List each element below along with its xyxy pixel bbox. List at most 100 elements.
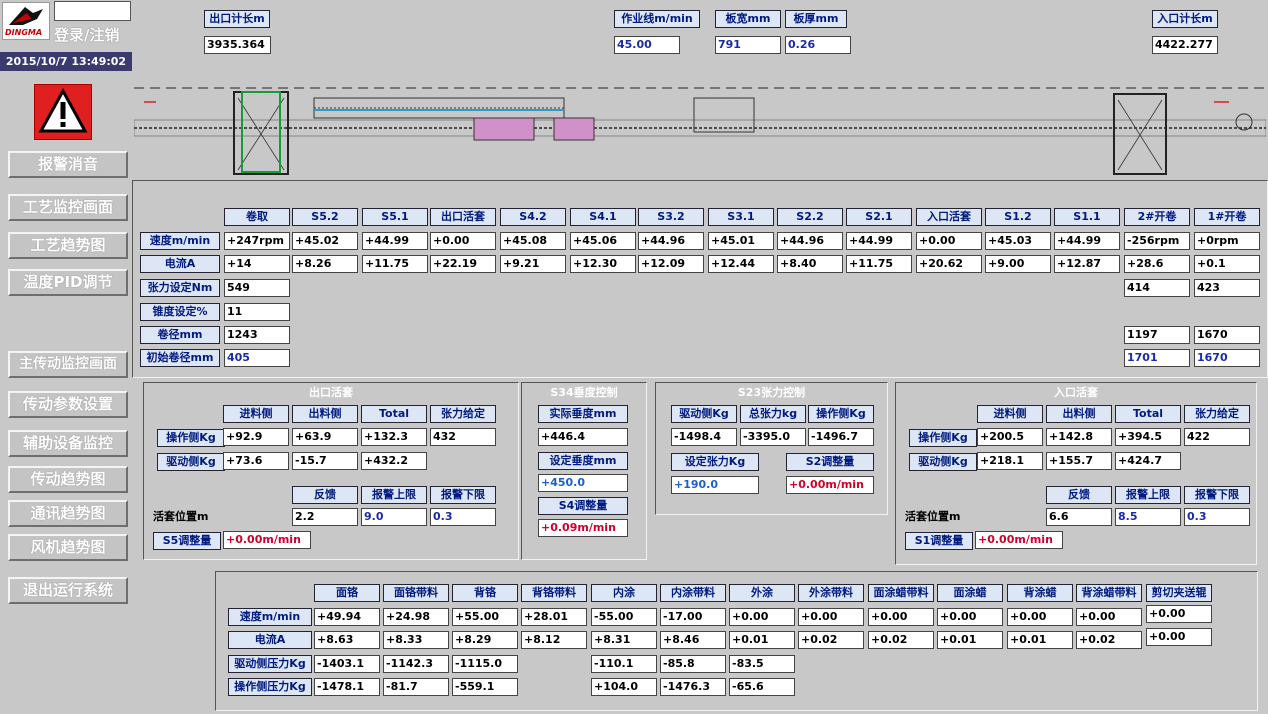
coater-column-header: 背铬	[452, 584, 518, 602]
loop-position-value[interactable]: 0.3	[430, 508, 496, 526]
loop-adjust-label: S1调整量	[905, 532, 973, 550]
s23-panel	[655, 382, 888, 515]
tension-setpoint-value[interactable]: 414	[1124, 279, 1190, 297]
loop-adjust-value: +0.00m/min	[223, 531, 311, 549]
current-value: +11.75	[846, 255, 912, 273]
drive-params-button[interactable]: 传动参数设置	[8, 391, 128, 418]
drive-trend-button[interactable]: 传动趋势图	[8, 466, 128, 493]
entry-length-value: 4422.277	[1152, 36, 1218, 54]
s4-adjust-value: +0.09m/min	[538, 519, 628, 537]
coater-speed-value: +55.00	[452, 608, 518, 626]
taper-setpoint-value[interactable]: 11	[224, 303, 290, 321]
coater-speed-value: +0.00	[1076, 608, 1142, 626]
loop-position-label: 活套位置m	[905, 510, 961, 523]
tension-setpoint-value[interactable]: 423	[1194, 279, 1260, 297]
alarm-silence-button[interactable]: 报警消音	[8, 151, 128, 178]
s23-total-value: -3395.0	[740, 428, 806, 446]
speed-value: +0.00	[430, 232, 496, 250]
coater-column-header: 内涂	[591, 584, 657, 602]
login-user-field[interactable]	[54, 1, 131, 21]
current-value: +12.87	[1054, 255, 1120, 273]
coater-column-header: 外涂	[729, 584, 795, 602]
drive-side-value: -15.7	[292, 452, 358, 470]
current-value: +8.26	[292, 255, 358, 273]
coater-current-value: +0.00	[1146, 628, 1212, 646]
s34-set-value[interactable]: +450.0	[538, 474, 628, 492]
coater-current-value: +8.31	[591, 631, 657, 649]
taper-row-label: 锥度设定%	[140, 303, 220, 321]
loop-position-value[interactable]: 9.0	[361, 508, 427, 526]
initial-diameter-value[interactable]: 405	[224, 349, 290, 367]
coater-current-value: +0.01	[729, 631, 795, 649]
main-drive-monitor-button[interactable]: 主传动监控画面	[8, 351, 128, 378]
loop-position-header: 报警上限	[361, 486, 427, 504]
coater-operator-pressure-value: +104.0	[591, 678, 657, 696]
coater-speed-value: +28.01	[521, 608, 587, 626]
aux-monitor-button[interactable]: 辅助设备监控	[8, 430, 128, 457]
operator-side-label: 操作侧Kg	[157, 429, 225, 447]
coater-drive-pressure-value: -83.5	[729, 655, 795, 673]
coater-column-header: 面涂蜡	[937, 584, 1003, 602]
coater-column-header: 背涂蜡	[1007, 584, 1073, 602]
tension-setpoint-value[interactable]: 549	[224, 279, 290, 297]
drive-side-label: 驱动侧Kg	[157, 453, 225, 471]
column-header: S3.1	[708, 208, 774, 226]
initial-diameter-value[interactable]: 1670	[1194, 349, 1260, 367]
coater-operator-pressure-value: -65.6	[729, 678, 795, 696]
coater-drive-pressure-label: 驱动侧压力Kg	[228, 655, 312, 673]
current-value: +9.00	[985, 255, 1051, 273]
loop-position-header: 报警上限	[1115, 486, 1181, 504]
coater-column-header: 外涂带料	[798, 584, 864, 602]
initial-diameter-row-label: 初始卷径mm	[140, 349, 220, 367]
coil-diameter-value: 1670	[1194, 326, 1260, 344]
coater-operator-pressure-value: -1478.1	[314, 678, 380, 696]
process-trend-button[interactable]: 工艺趋势图	[8, 232, 128, 259]
line-speed-value: 45.00	[614, 36, 680, 54]
loop-position-value[interactable]: 8.5	[1115, 508, 1181, 526]
s23-set-label: 设定张力Kg	[671, 453, 759, 471]
loop-position-header: 反馈	[1046, 486, 1112, 504]
datetime-display: 2015/10/7 13:49:02	[0, 52, 132, 71]
warning-icon	[38, 87, 88, 133]
exit-system-button[interactable]: 退出运行系统	[8, 577, 128, 604]
temp-pid-button[interactable]: 温度PID调节	[8, 269, 128, 296]
speed-row-label: 速度m/min	[140, 232, 220, 250]
exit-length-label: 出口计长m	[204, 10, 270, 28]
current-value: +0.1	[1194, 255, 1260, 273]
column-header: 1#开卷	[1194, 208, 1260, 226]
width-value: 791	[715, 36, 781, 54]
current-value: +11.75	[362, 255, 428, 273]
loop-position-value[interactable]: 0.3	[1184, 508, 1250, 526]
operator-side-value[interactable]: 432	[430, 428, 496, 446]
current-value: +8.40	[777, 255, 843, 273]
coater-operator-pressure-value: -559.1	[452, 678, 518, 696]
coater-column-header: 面铬	[314, 584, 380, 602]
loop-adjust-label: S5调整量	[153, 532, 221, 550]
coater-operator-pressure-label: 操作侧压力Kg	[228, 678, 312, 696]
coater-speed-label: 速度m/min	[228, 608, 312, 626]
coater-current-value: +0.01	[1007, 631, 1073, 649]
loop-header: 进料侧	[977, 405, 1043, 423]
loop-header: 出料侧	[1046, 405, 1112, 423]
coater-speed-value: -55.00	[591, 608, 657, 626]
tension-row-label: 张力设定Nm	[140, 279, 220, 297]
alarm-indicator[interactable]	[34, 84, 92, 140]
loop-header: 张力给定	[1184, 405, 1250, 423]
coater-drive-pressure-value: -110.1	[591, 655, 657, 673]
initial-diameter-value[interactable]: 1701	[1124, 349, 1190, 367]
current-value: +12.44	[708, 255, 774, 273]
operator-side-value[interactable]: 422	[1184, 428, 1250, 446]
coater-speed-value: +0.00	[1146, 605, 1212, 623]
speed-value: +45.08	[500, 232, 566, 250]
comm-trend-button[interactable]: 通讯趋势图	[8, 500, 128, 527]
s23-set-value[interactable]: +190.0	[671, 476, 759, 494]
process-monitor-button[interactable]: 工艺监控画面	[8, 194, 128, 221]
login-button[interactable]: 登录/注销	[54, 24, 134, 46]
speed-value: +45.01	[708, 232, 774, 250]
column-header: 出口活套	[430, 208, 496, 226]
coater-speed-value: +0.00	[798, 608, 864, 626]
fan-trend-button[interactable]: 风机趋势图	[8, 534, 128, 561]
loop-position-value: 6.6	[1046, 508, 1112, 526]
operator-side-value: +142.8	[1046, 428, 1112, 446]
loop-header: 出料侧	[292, 405, 358, 423]
